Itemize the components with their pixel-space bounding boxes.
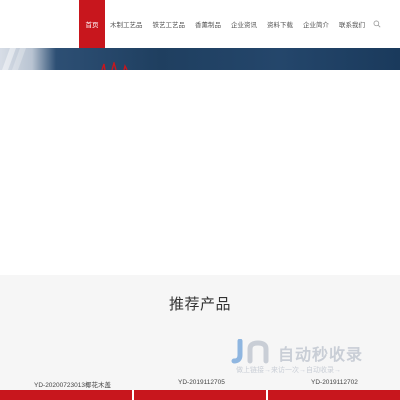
search-icon[interactable] xyxy=(372,0,382,48)
site-header: 首页 木制工艺品 铁艺工艺品 香薰制品 企业资讯 资料下载 企业简介 联系我们 xyxy=(0,0,400,48)
strip-divider xyxy=(132,390,134,400)
nav-item-news[interactable]: 企业资讯 xyxy=(226,0,262,48)
nav-item-contact[interactable]: 联系我们 xyxy=(334,0,370,48)
main-nav: 首页 木制工艺品 铁艺工艺品 香薰制品 企业资讯 资料下载 企业简介 联系我们 xyxy=(79,0,382,48)
product-images-strip xyxy=(0,390,400,400)
main-content xyxy=(0,70,400,275)
section-title: 推荐产品 xyxy=(168,296,231,313)
nav-item-about[interactable]: 企业简介 xyxy=(298,0,334,48)
nav-item-home[interactable]: 首页 xyxy=(79,0,105,48)
strip-divider xyxy=(266,390,268,400)
product-codes-row: YD-20200723013椰花木盖 YD-2019112705 YD-2019… xyxy=(0,379,400,389)
nav-item-wood-crafts[interactable]: 木制工艺品 xyxy=(105,0,148,48)
watermark-brand: 自动秒收录 xyxy=(278,347,364,364)
product-code[interactable]: YD-2019112702 xyxy=(311,379,358,386)
nav-item-downloads[interactable]: 资料下载 xyxy=(262,0,298,48)
watermark-logo: 自动秒收录 做上链接→来访一次→自动收录→ xyxy=(230,337,380,381)
banner-red-artwork xyxy=(101,62,128,70)
nav-item-iron-crafts[interactable]: 铁艺工艺品 xyxy=(148,0,191,48)
product-code[interactable]: YD-20200723013椰花木盖 xyxy=(34,379,111,389)
hero-banner xyxy=(0,48,400,70)
nav-item-aroma-products[interactable]: 香薰制品 xyxy=(190,0,226,48)
product-code[interactable]: YD-2019112705 xyxy=(178,379,225,386)
watermark-subtitle: 做上链接→来访一次→自动收录→ xyxy=(236,367,341,374)
recommended-products-section: 推荐产品 自动秒收录 做上链接→来访一次→自动收录→ YD-2020072301… xyxy=(0,275,400,390)
watermark-mark-icon xyxy=(231,339,269,364)
